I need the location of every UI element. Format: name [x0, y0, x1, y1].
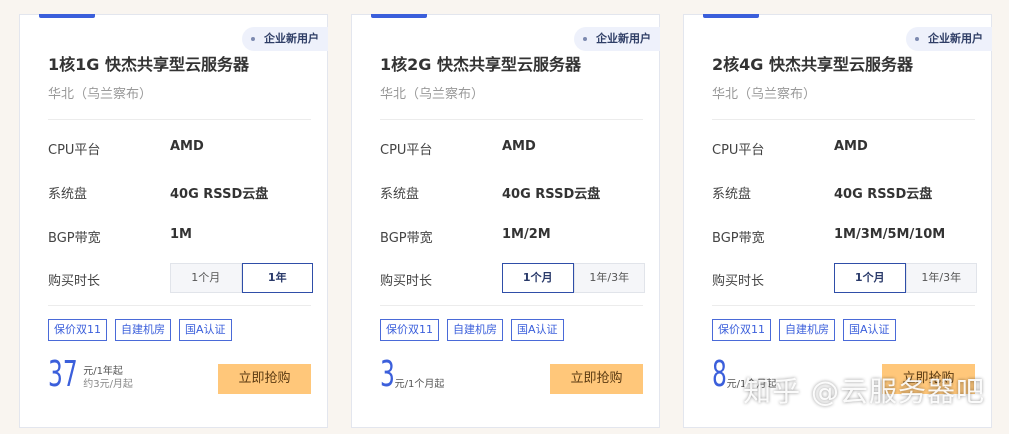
tag-price-protect: 保价双11	[380, 319, 439, 341]
cpu-label: CPU平台	[380, 143, 433, 158]
badge-label: 企业新用户	[928, 32, 983, 45]
card-title: 1核2G 快杰共享型云服务器	[380, 55, 581, 74]
card-region: 华北（乌兰察布）	[380, 87, 485, 102]
cpu-label: CPU平台	[48, 143, 101, 158]
bandwidth-value: 1M	[170, 227, 192, 242]
disk-value: 40G RSSD云盘	[502, 187, 601, 202]
tag-certification: 国A认证	[511, 319, 564, 341]
price-monthly-note: 约3元/月起	[83, 379, 133, 390]
tag-certification: 国A认证	[843, 319, 896, 341]
new-enterprise-user-badge: 企业新用户	[574, 27, 660, 51]
disk-value: 40G RSSD云盘	[170, 187, 269, 202]
bandwidth-value: 1M/3M/5M/10M	[834, 227, 946, 242]
duration-option-1-year[interactable]: 1年	[241, 263, 313, 293]
tag-list: 保价双11 自建机房 国A认证	[712, 319, 896, 341]
tag-own-datacenter: 自建机房	[115, 319, 171, 341]
divider	[712, 119, 975, 120]
price-unit: 元/1个月起	[394, 379, 445, 390]
card-region: 华北（乌兰察布）	[48, 87, 153, 102]
new-enterprise-user-badge: 企业新用户	[242, 27, 328, 51]
buy-now-button[interactable]: 立即抢购	[218, 364, 311, 394]
duration-selector: 1个月 1年/3年	[502, 263, 645, 293]
new-enterprise-user-badge: 企业新用户	[906, 27, 992, 51]
disk-label: 系统盘	[48, 187, 88, 202]
badge-label: 企业新用户	[264, 32, 319, 45]
tag-own-datacenter: 自建机房	[447, 319, 503, 341]
card-title: 2核4G 快杰共享型云服务器	[712, 55, 913, 74]
tag-certification: 国A认证	[179, 319, 232, 341]
card-region: 华北（乌兰察布）	[712, 87, 817, 102]
tag-price-protect: 保价双11	[712, 319, 771, 341]
tag-list: 保价双11 自建机房 国A认证	[48, 319, 232, 341]
duration-option-1-month[interactable]: 1个月	[834, 263, 906, 293]
disk-label: 系统盘	[712, 187, 752, 202]
bandwidth-label: BGP带宽	[712, 231, 765, 246]
card-title: 1核1G 快杰共享型云服务器	[48, 55, 249, 74]
price-amount: 3	[380, 354, 395, 395]
duration-label: 购买时长	[380, 274, 433, 289]
bullet-icon	[915, 37, 919, 41]
cpu-value: AMD	[502, 139, 536, 154]
bullet-icon	[583, 37, 587, 41]
card-accent-bar	[39, 14, 95, 18]
product-card-2: 企业新用户 1核2G 快杰共享型云服务器 华北（乌兰察布） CPU平台 AMD …	[351, 14, 660, 428]
duration-option-1-month[interactable]: 1个月	[502, 263, 574, 293]
badge-label: 企业新用户	[596, 32, 651, 45]
watermark-text: 知乎 @云服务器吧	[743, 375, 985, 408]
bullet-icon	[251, 37, 255, 41]
disk-value: 40G RSSD云盘	[834, 187, 933, 202]
bandwidth-label: BGP带宽	[48, 231, 101, 246]
disk-label: 系统盘	[380, 187, 420, 202]
duration-option-1-month[interactable]: 1个月	[170, 263, 242, 293]
card-accent-bar	[371, 14, 427, 18]
divider	[48, 119, 311, 120]
duration-option-1-or-3-year[interactable]: 1年/3年	[905, 263, 977, 293]
cpu-value: AMD	[170, 139, 204, 154]
price-unit: 元/1年起	[83, 366, 123, 377]
bandwidth-label: BGP带宽	[380, 231, 433, 246]
divider	[712, 305, 975, 306]
divider	[380, 305, 643, 306]
product-card-1: 企业新用户 1核1G 快杰共享型云服务器 华北（乌兰察布） CPU平台 AMD …	[19, 14, 328, 428]
bandwidth-value: 1M/2M	[502, 227, 551, 242]
duration-selector: 1个月 1年/3年	[834, 263, 977, 293]
card-accent-bar	[703, 14, 759, 18]
tag-own-datacenter: 自建机房	[779, 319, 835, 341]
price-block: 37 元/1年起 约3元/月起	[48, 357, 133, 393]
product-card-3: 企业新用户 2核4G 快杰共享型云服务器 华北（乌兰察布） CPU平台 AMD …	[683, 14, 992, 428]
price-amount: 37	[48, 354, 78, 395]
tag-list: 保价双11 自建机房 国A认证	[380, 319, 564, 341]
divider	[380, 119, 643, 120]
duration-selector: 1个月 1年	[170, 263, 313, 293]
duration-label: 购买时长	[712, 274, 765, 289]
cpu-value: AMD	[834, 139, 868, 154]
duration-option-1-or-3-year[interactable]: 1年/3年	[573, 263, 645, 293]
divider	[48, 305, 311, 306]
duration-label: 购买时长	[48, 274, 101, 289]
tag-price-protect: 保价双11	[48, 319, 107, 341]
buy-now-button[interactable]: 立即抢购	[550, 364, 643, 394]
price-block: 3 元/1个月起	[380, 357, 444, 393]
cpu-label: CPU平台	[712, 143, 765, 158]
price-amount: 8	[712, 354, 727, 395]
